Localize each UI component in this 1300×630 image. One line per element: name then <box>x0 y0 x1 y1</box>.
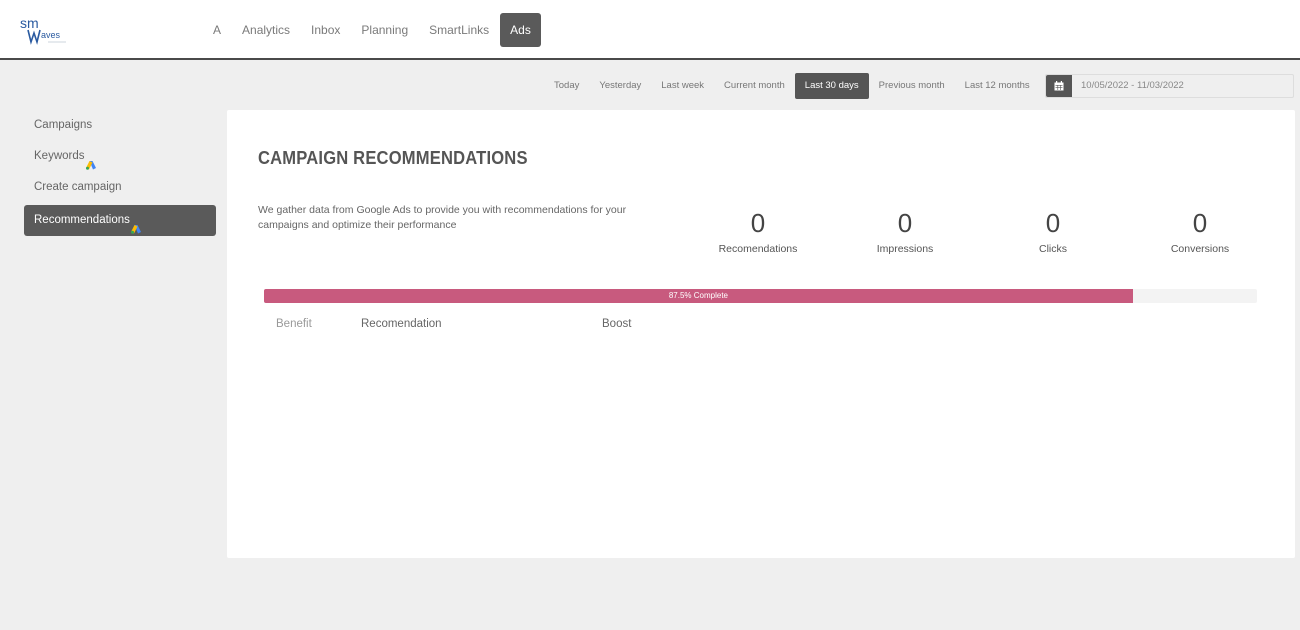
stat-value: 0 <box>1192 208 1208 238</box>
range-today-button[interactable]: Today <box>544 73 589 99</box>
stat-impressions: 0 Impressions <box>845 207 965 255</box>
stat-label: Recomendations <box>718 243 798 255</box>
calendar-icon[interactable] <box>1046 75 1072 97</box>
stat-conversions: 0 Conversions <box>1140 207 1260 255</box>
svg-text:aves: aves <box>41 30 61 40</box>
range-last-12-months-button[interactable]: Last 12 months <box>955 73 1040 99</box>
sidebar-item-recommendations[interactable]: Recommendations <box>24 205 216 236</box>
sidebar-item-label: Create campaign <box>34 181 122 193</box>
smwaves-logo[interactable]: sm aves <box>20 14 80 46</box>
date-range-filter: Today Yesterday Last week Current month … <box>544 73 1040 99</box>
column-header-benefit[interactable]: Benefit <box>276 318 312 330</box>
page-title: CAMPAIGN RECOMMENDATIONS <box>258 148 528 168</box>
stat-label: Conversions <box>1170 243 1230 255</box>
top-bar: sm aves A Analytics Inbox Planning Smart… <box>0 0 1300 60</box>
column-header-boost[interactable]: Boost <box>602 318 631 330</box>
range-last-week-button[interactable]: Last week <box>651 73 714 99</box>
stat-value: 0 <box>750 208 766 238</box>
nav-item-smartlinks[interactable]: SmartLinks <box>419 13 499 47</box>
nav-item-inbox[interactable]: Inbox <box>301 13 350 47</box>
main-nav: A Analytics Inbox Planning SmartLinks Ad… <box>203 13 542 47</box>
date-range-input[interactable]: 10/05/2022 - 11/03/2022 <box>1045 74 1294 98</box>
stat-value: 0 <box>897 208 913 238</box>
sidebar-item-label: Recommendations <box>34 214 130 226</box>
nav-item-ads[interactable]: Ads <box>500 13 541 47</box>
sidebar-item-keywords[interactable]: Keywords <box>24 141 216 172</box>
progress-bar: 87.5% Complete <box>264 289 1257 303</box>
stat-label: Clicks <box>1039 243 1067 255</box>
progress-bar-fill: 87.5% Complete <box>264 289 1133 303</box>
sidebar-item-create-campaign[interactable]: Create campaign <box>24 172 216 203</box>
stat-label: Impressions <box>876 243 934 255</box>
date-range-value: 10/05/2022 - 11/03/2022 <box>1081 80 1184 91</box>
range-yesterday-button[interactable]: Yesterday <box>589 73 651 99</box>
google-ads-icon <box>130 216 141 234</box>
stat-value: 0 <box>1045 208 1061 238</box>
range-current-month-button[interactable]: Current month <box>714 73 795 99</box>
sidebar: Campaigns Keywords Create campaign Recom… <box>24 110 216 236</box>
stat-recommendations: 0 Recomendations <box>698 207 818 255</box>
sidebar-item-label: Keywords <box>34 150 85 162</box>
column-header-recommendation[interactable]: Recomendation <box>361 318 442 330</box>
stat-clicks: 0 Clicks <box>993 207 1113 255</box>
sidebar-item-campaigns[interactable]: Campaigns <box>24 110 216 141</box>
svg-text:sm: sm <box>20 15 39 31</box>
recommendations-panel: CAMPAIGN RECOMMENDATIONS We gather data … <box>227 110 1295 558</box>
sidebar-item-label: Campaigns <box>34 119 93 131</box>
nav-item-a[interactable]: A <box>203 13 231 47</box>
nav-item-planning[interactable]: Planning <box>351 13 418 47</box>
nav-item-analytics[interactable]: Analytics <box>232 13 300 47</box>
range-last-30-days-button[interactable]: Last 30 days <box>794 73 869 99</box>
range-previous-month-button[interactable]: Previous month <box>869 73 955 99</box>
page-description: We gather data from Google Ads to provid… <box>258 204 627 231</box>
google-ads-icon <box>85 152 96 170</box>
